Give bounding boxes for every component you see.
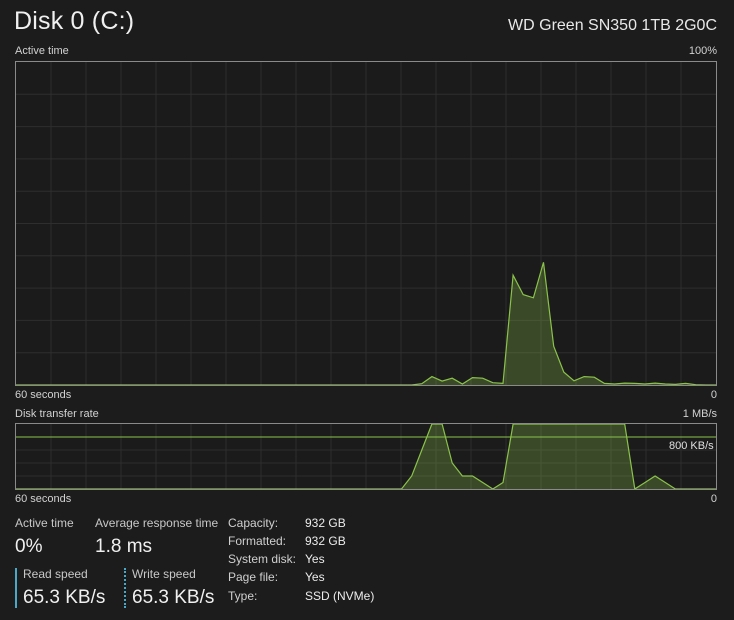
grid-lines (16, 62, 716, 385)
prop-system-disk-key: System disk: (228, 552, 297, 566)
write-speed-indicator (124, 568, 126, 608)
active-time-graph (15, 61, 717, 386)
transfer-max-label: 1 MB/s (682, 408, 717, 420)
prop-system-disk-value: Yes (305, 552, 325, 566)
transfer-graph-label: Disk transfer rate (15, 408, 99, 420)
avg-response-caption: Average response time (95, 516, 219, 530)
transfer-rate-plot (16, 424, 716, 489)
prop-capacity-value: 932 GB (305, 516, 346, 530)
read-speed-caption: Read speed (23, 567, 88, 581)
read-speed-indicator (15, 568, 17, 608)
transfer-min-label: 0 (710, 493, 717, 505)
disk-model: WD Green SN350 1TB 2G0C (508, 17, 717, 34)
active-time-min-label: 0 (710, 389, 717, 401)
write-speed-value: 65.3 KB/s (132, 587, 215, 608)
active-time-graph-label: Active time (15, 45, 69, 57)
avg-response-value: 1.8 ms (95, 536, 153, 557)
prop-type-key: Type: (228, 589, 258, 603)
active-time-span-label: 60 seconds (15, 389, 72, 401)
active-time-caption: Active time (15, 516, 74, 530)
active-time-max-label: 100% (688, 45, 717, 57)
disk-title: Disk 0 (C:) (14, 7, 135, 35)
transfer-line-label: 800 KB/s (669, 440, 714, 452)
active-time-plot (16, 62, 716, 385)
write-speed-caption: Write speed (132, 567, 196, 581)
prop-formatted-key: Formatted: (228, 534, 287, 548)
prop-type-value: SSD (NVMe) (305, 589, 375, 603)
active-time-value: 0% (15, 536, 43, 557)
prop-formatted-value: 932 GB (305, 534, 346, 548)
prop-page-file-key: Page file: (228, 570, 279, 584)
transfer-span-label: 60 seconds (15, 493, 72, 505)
transfer-rate-graph (15, 423, 717, 490)
prop-capacity-key: Capacity: (228, 516, 279, 530)
prop-page-file-value: Yes (305, 570, 325, 584)
read-speed-value: 65.3 KB/s (23, 587, 106, 608)
